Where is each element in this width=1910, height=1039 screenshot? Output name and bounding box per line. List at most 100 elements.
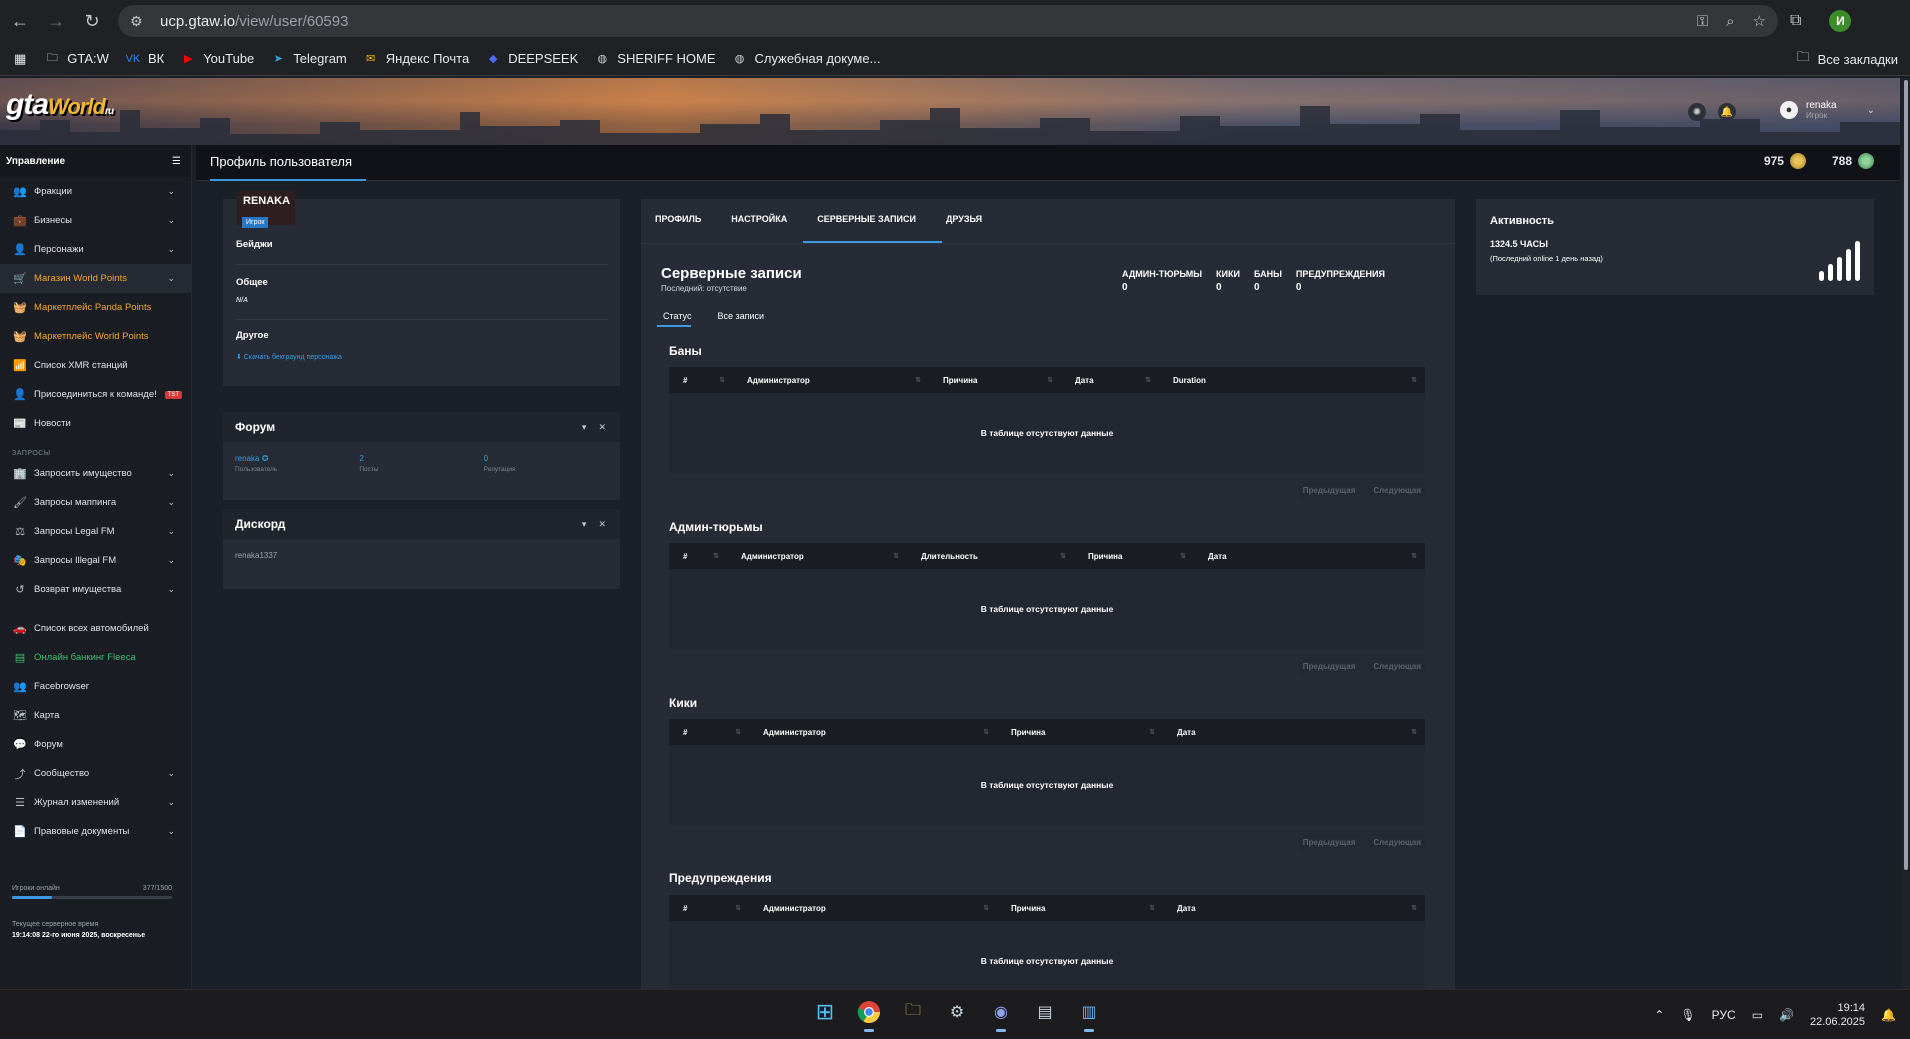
sidebar-item-items_top-8[interactable]: 📰 Новости <box>0 409 191 438</box>
panda-points[interactable]: 788 <box>1832 153 1874 169</box>
next-button[interactable]: Следующая <box>1369 834 1425 851</box>
microphone-icon[interactable]: 🎙 <box>1680 1008 1695 1022</box>
column-header[interactable]: Администратор ⇅ <box>733 367 929 393</box>
password-key-icon[interactable]: ⚿ <box>1697 13 1708 30</box>
sidebar-item-items_bottom-3[interactable]: 🗺 Карта <box>0 701 191 730</box>
scrollbar-thumb[interactable] <box>1904 80 1908 870</box>
bookmark-0[interactable]: 🗀 GTA:W <box>44 51 109 66</box>
sidebar-item-items_top-1[interactable]: 💼 Бизнесы ⌄ <box>0 206 191 235</box>
url-text[interactable]: ucp.gtaw.io/view/user/60593 <box>160 13 348 30</box>
column-header[interactable]: Причина ⇅ <box>997 719 1163 745</box>
all-bookmarks[interactable]: 🗀 Все закладки <box>1797 42 1898 76</box>
sidebar-item-items_bottom-1[interactable]: ▤ Онлайн банкинг Fleeca <box>0 643 191 672</box>
tab-0[interactable]: ПРОФИЛЬ <box>655 199 713 243</box>
sidebar-item-items_bottom-6[interactable]: ☰ Журнал изменений ⌄ <box>0 788 191 817</box>
steam-icon[interactable]: ⚙ <box>942 997 972 1027</box>
file-explorer-icon[interactable]: 🗀 <box>898 997 928 1027</box>
sidebar-item-items_requests-1[interactable]: 🖌 Запросы маппинга ⌄ <box>0 488 191 517</box>
column-header[interactable]: Дата ⇅ <box>1163 895 1425 921</box>
sidebar-item-items_bottom-7[interactable]: 📄 Правовые документы ⌄ <box>0 817 191 846</box>
sidebar-item-items_requests-4[interactable]: ↺ Возврат имущества ⌄ <box>0 575 191 604</box>
prev-button[interactable]: Предыдущая <box>1298 482 1360 499</box>
world-points[interactable]: 975 <box>1764 153 1806 169</box>
bookmark-2[interactable]: ▶ YouTube <box>180 51 254 66</box>
column-header[interactable]: # ⇅ <box>669 895 749 921</box>
column-header[interactable]: Причина ⇅ <box>929 367 1061 393</box>
menu-toggle-icon[interactable]: ☰ <box>172 156 181 167</box>
download-background-link[interactable]: ⬇ Скачать бекграунд персонажа <box>236 353 342 361</box>
column-header[interactable]: Длительность ⇅ <box>907 543 1074 569</box>
notepad-icon[interactable]: ▥ <box>1074 997 1104 1032</box>
bookmark-1[interactable]: VK ВК <box>125 51 165 66</box>
column-header[interactable]: Дата ⇅ <box>1163 719 1425 745</box>
profile-avatar[interactable]: И <box>1829 10 1852 32</box>
notification-bell-icon[interactable]: 🔔 <box>1881 1008 1896 1022</box>
sidebar-item-items_top-2[interactable]: 👤 Персонажи ⌄ <box>0 235 191 264</box>
close-icon[interactable]: ✕ <box>598 519 606 530</box>
sidebar-item-items_bottom-4[interactable]: 💬 Форум <box>0 730 191 759</box>
bookmark-4[interactable]: ✉ Яндекс Почта <box>363 51 469 66</box>
back-icon[interactable]: ← <box>4 5 36 37</box>
sidebar-item-items_requests-3[interactable]: 🎭 Запросы Illegal FM ⌄ <box>0 546 191 575</box>
column-header[interactable]: # ⇅ <box>669 719 749 745</box>
start-icon[interactable]: ⊞ <box>810 997 840 1027</box>
tab-1[interactable]: НАСТРОЙКА <box>731 199 799 243</box>
forward-icon[interactable]: → <box>40 5 72 37</box>
prev-button[interactable]: Предыдущая <box>1298 658 1360 675</box>
bookmark-7[interactable]: ◍ Служебная докуме... <box>732 51 881 66</box>
bell-icon[interactable]: 🔔 <box>1718 103 1736 121</box>
sidebar-item-items_top-4[interactable]: 🧺 Маркетплейс Panda Points <box>0 293 191 322</box>
next-button[interactable]: Следующая <box>1369 658 1425 675</box>
chevron-up-icon[interactable]: ⌃ <box>1654 1008 1664 1022</box>
sidebar-item-items_top-6[interactable]: 📶 Список XMR станций <box>0 351 191 380</box>
reload-icon[interactable]: ↻ <box>76 5 108 37</box>
user-menu[interactable]: ● renaka Игрок ⌄ <box>1780 100 1875 120</box>
apps-grid-icon[interactable]: ▦ <box>14 51 26 67</box>
address-bar[interactable]: ⚙ ucp.gtaw.io/view/user/60593 ⚿ ⌕ ☆ <box>118 5 1778 37</box>
forum-user[interactable]: renaka ✪ <box>235 454 359 463</box>
sidebar-item-items_bottom-2[interactable]: 👥 Facebrowser <box>0 672 191 701</box>
column-header[interactable]: Администратор ⇅ <box>727 543 907 569</box>
close-icon[interactable]: ✕ <box>598 422 606 433</box>
sidebar-item-items_requests-2[interactable]: ⚖ Запросы Legal FM ⌄ <box>0 517 191 546</box>
column-header[interactable]: # ⇅ <box>669 367 733 393</box>
sidebar-item-items_bottom-5[interactable]: ⤴ Сообщество ⌄ <box>0 759 191 788</box>
sidebar-item-items_bottom-0[interactable]: 🚗 Список всех автомобилей <box>0 614 191 643</box>
clock[interactable]: 19:14 22.06.2025 <box>1810 1001 1865 1029</box>
language-indicator[interactable]: РУС <box>1712 1008 1736 1022</box>
sidebar-item-items_top-3[interactable]: 🛒 Магазин World Points ⌄ <box>0 264 191 293</box>
discord-icon[interactable]: ◉ <box>986 997 1016 1032</box>
tab-3[interactable]: ДРУЗЬЯ <box>946 199 994 243</box>
page-scrollbar[interactable] <box>1902 78 1910 989</box>
bookmark-star-icon[interactable]: ☆ <box>1753 12 1766 30</box>
app-window-icon[interactable]: ▤ <box>1030 997 1060 1027</box>
prev-button[interactable]: Предыдущая <box>1298 834 1360 851</box>
column-header[interactable]: Duration ⇅ <box>1159 367 1425 393</box>
volume-icon[interactable]: 🔊 <box>1779 1008 1794 1022</box>
column-header[interactable]: Дата ⇅ <box>1061 367 1159 393</box>
extensions-icon[interactable]: ⧉ <box>1790 12 1801 30</box>
column-header[interactable]: # ⇅ <box>669 543 727 569</box>
tab-2[interactable]: СЕРВЕРНЫЕ ЗАПИСИ <box>803 199 942 243</box>
column-header[interactable]: Администратор ⇅ <box>749 895 997 921</box>
chrome-icon[interactable] <box>854 997 884 1032</box>
column-header[interactable]: Дата ⇅ <box>1194 543 1425 569</box>
sidebar-item-items_top-7[interactable]: 👤 Присоединиться к команде! TST <box>0 380 191 409</box>
display-icon[interactable]: ▭ <box>1752 1008 1763 1022</box>
settings-icon[interactable]: ✺ <box>1688 103 1706 121</box>
bookmark-6[interactable]: ◍ SHERIFF HOME <box>594 51 715 66</box>
site-info-icon[interactable]: ⚙ <box>130 13 152 30</box>
column-header[interactable]: Администратор ⇅ <box>749 719 997 745</box>
collapse-icon[interactable]: ▾ <box>582 422 587 433</box>
sidebar-item-items_requests-0[interactable]: 🏢 Запросить имущество ⌄ <box>0 459 191 488</box>
sidebar-item-items_top-5[interactable]: 🧺 Маркетплейс World Points <box>0 322 191 351</box>
bookmark-3[interactable]: ➤ Telegram <box>270 51 347 66</box>
sidebar-item-items_top-0[interactable]: 👥 Фракции ⌄ <box>0 177 191 206</box>
column-header[interactable]: Причина ⇅ <box>997 895 1163 921</box>
gtaw-logo[interactable]: gtaWorldru <box>6 88 114 122</box>
next-button[interactable]: Следующая <box>1369 482 1425 499</box>
subtab-1[interactable]: Все записи <box>711 303 764 327</box>
collapse-icon[interactable]: ▾ <box>582 519 587 530</box>
bookmark-5[interactable]: ◆ DEEPSEEK <box>485 51 578 66</box>
column-header[interactable]: Причина ⇅ <box>1074 543 1194 569</box>
